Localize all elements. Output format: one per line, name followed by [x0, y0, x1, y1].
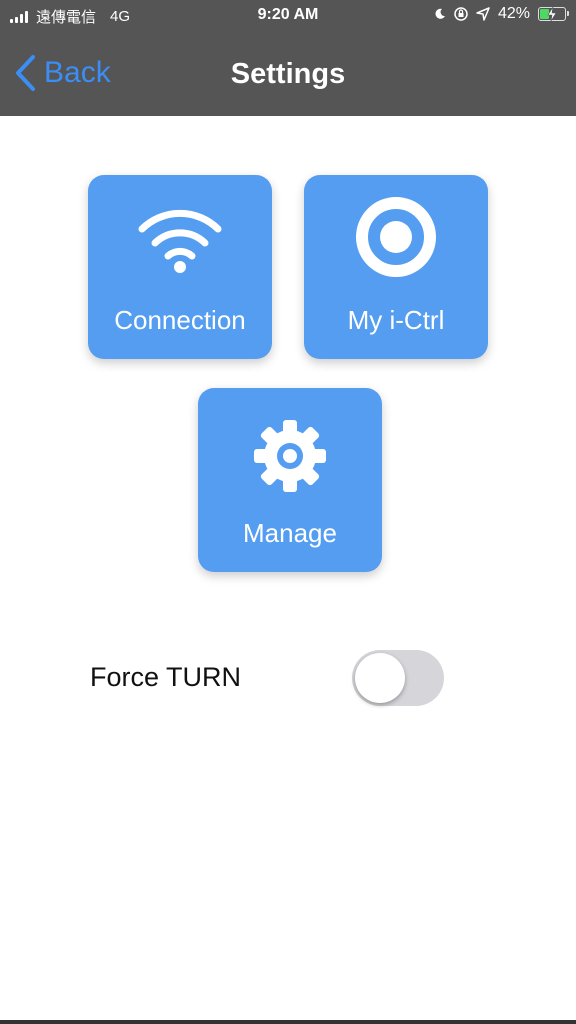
page-title: Settings	[230, 58, 346, 90]
force-turn-label: Force TURN	[90, 662, 242, 692]
tile-icon-wrap	[198, 416, 382, 496]
connection-button[interactable]: Connection	[88, 175, 272, 359]
my-ictrl-button[interactable]: My i-Ctrl	[304, 175, 488, 359]
battery-percent: 42%	[497, 5, 530, 22]
charging-bolt-icon	[547, 7, 557, 21]
status-bar: 遠傳電信 4G 9:20 AM 42%	[0, 0, 576, 32]
status-right: 42%	[434, 5, 569, 23]
tile-icon-wrap	[304, 195, 488, 279]
manage-button[interactable]: Manage	[198, 388, 382, 572]
toggle-knob	[355, 653, 405, 703]
connection-label: Connection	[114, 305, 246, 335]
moon-icon	[435, 8, 445, 19]
target-icon	[356, 197, 436, 277]
location-icon	[476, 7, 490, 21]
orientation-lock-icon	[454, 7, 468, 21]
wifi-icon	[138, 209, 222, 273]
tile-icon-wrap	[88, 203, 272, 275]
gear-icon	[254, 420, 326, 492]
battery-nub	[567, 11, 569, 16]
force-turn-toggle[interactable]	[352, 650, 444, 706]
navigation-bar: Back Settings	[0, 32, 576, 116]
manage-label: Manage	[243, 518, 337, 548]
battery-icon	[538, 7, 569, 21]
my-ictrl-label: My i-Ctrl	[347, 305, 445, 335]
bottom-divider	[0, 1020, 576, 1024]
